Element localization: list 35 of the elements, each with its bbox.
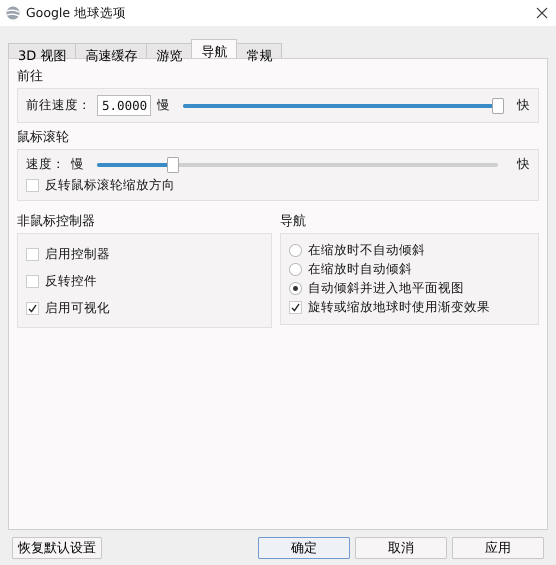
checkbox-label: 反转控件 (45, 273, 97, 290)
radio-label: 在缩放时自动倾斜 (308, 261, 412, 278)
section-title: 鼠标滚轮 (17, 129, 70, 146)
dialog-button[interactable]: 确定 (258, 537, 350, 559)
radio-button[interactable] (289, 282, 302, 295)
checkbox-label: 旋转或缩放地球时使用渐变效果 (308, 299, 490, 316)
speed-label: 前往速度： (26, 97, 91, 114)
section-title: 前往 (17, 68, 44, 85)
tab[interactable]: 导航 (191, 39, 238, 58)
checkbox[interactable] (289, 301, 302, 314)
slow-label: 慢 (157, 97, 170, 114)
radio-button[interactable] (289, 263, 302, 276)
checkbox[interactable] (26, 302, 39, 315)
checkbox[interactable] (26, 179, 39, 192)
section-title: 导航 (280, 213, 307, 230)
checkbox-label: 启用可视化 (45, 300, 110, 317)
section-title: 非鼠标控制器 (17, 213, 96, 230)
restore-defaults-button[interactable]: 恢复默认设置 (12, 537, 102, 559)
globe-icon (6, 6, 20, 20)
dialog-button[interactable]: 取消 (355, 537, 447, 559)
checkbox[interactable] (26, 275, 39, 288)
window-title: Google 地球选项 (26, 4, 128, 22)
checkbox[interactable] (26, 248, 39, 261)
fast-label: 快 (517, 97, 530, 114)
close-icon[interactable] (534, 5, 550, 21)
fast-label: 快 (517, 156, 530, 173)
radio-label: 自动倾斜并进入地平面视图 (308, 280, 464, 297)
checkbox-label: 反转鼠标滚轮缩放方向 (45, 177, 175, 194)
dialog-button[interactable]: 应用 (452, 537, 544, 559)
speed-label: 速度： (26, 156, 65, 173)
slow-label: 慢 (71, 156, 84, 173)
radio-label: 在缩放时不自动倾斜 (308, 242, 425, 259)
radio-button[interactable] (289, 244, 302, 257)
checkbox-label: 启用控制器 (45, 246, 110, 263)
speed-field[interactable]: 5.0000 (97, 95, 151, 116)
